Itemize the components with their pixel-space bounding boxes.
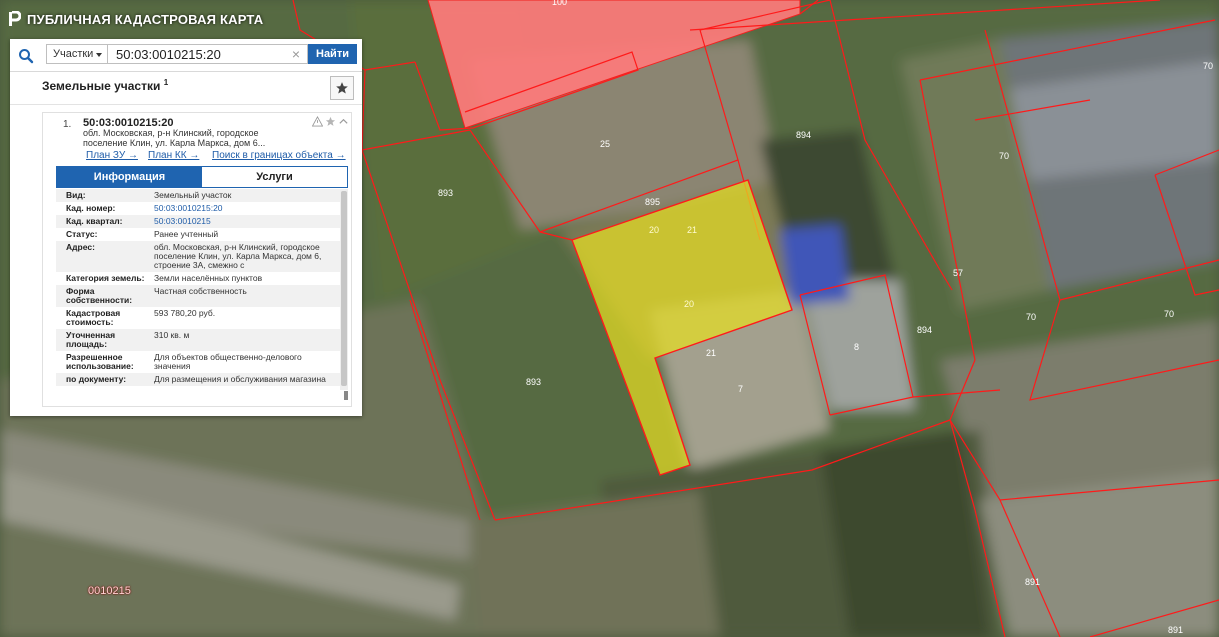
search-in-bounds-link[interactable]: Поиск в границах объекта → — [212, 150, 346, 161]
results-count: 1 — [163, 78, 169, 87]
info-row-value: Земли населённых пунктов — [154, 273, 263, 283]
map-label: 70 — [1203, 61, 1213, 71]
map-label: 893 — [438, 188, 453, 198]
info-row: Кадастровая стоимость: 593 780,20 руб. — [56, 307, 340, 329]
favorite-button[interactable] — [330, 76, 354, 100]
info-table: Вид: Земельный участок Кад. номер: 50:03:00… — [56, 189, 340, 404]
info-row: Разрешенное использование: Для объектов о… — [56, 351, 340, 373]
map-label: 891 — [1025, 577, 1040, 587]
tab-info[interactable]: Информация — [57, 167, 202, 187]
plan-kk-link[interactable]: План КК → — [148, 150, 199, 161]
info-row-label: Форма собственности: — [66, 286, 133, 305]
map-label: 25 — [600, 139, 610, 149]
info-row-value: Ранее учтенный — [154, 229, 219, 239]
map-label: 21 — [706, 348, 716, 358]
map-label: 57 — [953, 268, 963, 278]
warning-icon[interactable] — [312, 116, 323, 127]
info-row: Вид: Земельный участок — [56, 189, 340, 202]
star-icon[interactable] — [325, 116, 336, 127]
info-row-value: Для объектов общественно-делового значен… — [154, 352, 302, 371]
info-row-value: 593 780,20 руб. — [154, 308, 216, 318]
logo-icon — [9, 11, 21, 26]
search-icon — [19, 49, 34, 64]
app-header: ПУБЛИЧНАЯ КАДАСТРОВАЯ КАРТА — [8, 8, 263, 30]
map-label: 894 — [796, 130, 811, 140]
results-title: Земельные участки 1 — [42, 78, 168, 93]
info-row-label: Категория земель: — [66, 273, 145, 283]
info-row-label: Кад. номер: — [66, 203, 116, 213]
map-label: 8 — [854, 342, 859, 352]
info-row: Статус: Ранее учтенный — [56, 228, 340, 241]
map-label: 20 — [649, 225, 659, 235]
map-label: 100 — [552, 0, 567, 7]
info-row-label: Статус: — [66, 229, 98, 239]
info-row: Категория земель: Земли населённых пункто… — [56, 272, 340, 285]
result-index: 1. — [63, 119, 72, 130]
result-address: обл. Московская, р-н Клинский, городское… — [83, 128, 283, 148]
search-bar: Участки × Найти — [10, 39, 362, 72]
plan-zu-link[interactable]: План ЗУ → — [86, 150, 138, 161]
info-row-value: Частная собственность — [154, 286, 247, 296]
map-label: 7 — [738, 384, 743, 394]
map-label: 895 — [645, 197, 660, 207]
chevron-down-icon — [96, 53, 102, 57]
info-row-label: Кад. квартал: — [66, 216, 123, 226]
result-address-line: поселение Клин, ул. Карла Маркса, дом 6.… — [83, 138, 266, 148]
info-row: по документу: Для размещения и обслуживан… — [56, 373, 340, 386]
info-row: Уточненная площадь: 310 кв. м — [56, 329, 340, 351]
map-label: 893 — [526, 377, 541, 387]
app-title: ПУБЛИЧНАЯ КАДАСТРОВАЯ КАРТА — [27, 11, 264, 27]
layer-select[interactable]: Участки — [46, 44, 108, 64]
chevron-up-icon[interactable] — [338, 116, 349, 127]
info-row: Форма собственности: Частная собственност… — [56, 285, 340, 307]
info-row-value: Для размещения и обслуживания магазина — [154, 374, 326, 384]
map-label: 20 — [684, 299, 694, 309]
divider — [10, 104, 362, 105]
info-row-value: обл. Московская, р-н Клинский, городское… — [154, 242, 322, 270]
info-row-value[interactable]: 50:03:0010215 — [154, 217, 340, 226]
star-icon — [336, 82, 348, 94]
search-button[interactable]: Найти — [308, 44, 357, 64]
tab-services[interactable]: Услуги — [202, 167, 347, 187]
layer-select-value: Участки — [53, 48, 94, 60]
info-row-value[interactable]: 50:03:0010215:20 — [154, 204, 340, 213]
info-scrollbar[interactable] — [340, 189, 348, 390]
map-label: 70 — [999, 151, 1009, 161]
info-row-label: Адрес: — [66, 242, 95, 252]
map-label: 70 — [1026, 312, 1036, 322]
map-label: 891 — [1168, 625, 1183, 635]
info-row-label: Кадастровая стоимость: — [66, 308, 121, 327]
info-row: Адрес: обл. Московская, р-н Клинский, гор… — [56, 241, 340, 272]
search-toggle[interactable] — [14, 45, 36, 65]
info-row-label: по документу: — [66, 374, 127, 384]
results-title-text: Земельные участки — [42, 79, 161, 93]
info-row-label: Разрешенное использование: — [66, 352, 134, 371]
map-label: 894 — [917, 325, 932, 335]
info-row-value: Земельный участок — [154, 190, 232, 200]
info-row-value: 310 кв. м — [154, 330, 190, 340]
result-actions — [312, 116, 349, 127]
info-row: Кад. номер: 50:03:0010215:20 — [56, 202, 340, 215]
clear-icon[interactable]: × — [289, 45, 303, 63]
scrollbar-grip[interactable] — [344, 391, 348, 400]
info-row-label: Вид: — [66, 190, 86, 200]
map-label: 21 — [687, 225, 697, 235]
cadastral-quarter-label: 0010215 — [88, 585, 131, 597]
info-row: Кад. квартал: 50:03:0010215 — [56, 215, 340, 228]
map-label: 70 — [1164, 309, 1174, 319]
info-tabs: Информация Услуги — [56, 166, 348, 188]
scrollbar-thumb[interactable] — [341, 191, 347, 386]
info-row-label: Уточненная площадь: — [66, 330, 116, 349]
result-address-line: обл. Московская, р-н Клинский, городское — [83, 128, 259, 138]
search-input[interactable] — [108, 44, 308, 64]
